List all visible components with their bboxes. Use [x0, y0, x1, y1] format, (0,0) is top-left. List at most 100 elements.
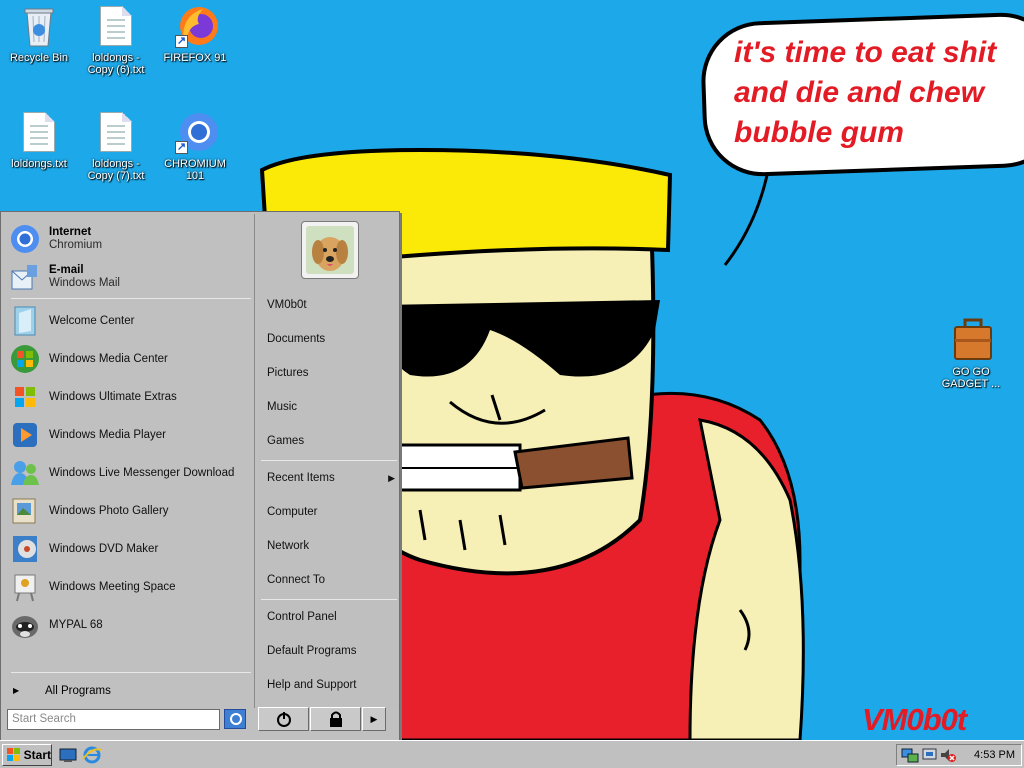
volume-muted-icon[interactable] [939, 746, 957, 764]
program-dvd-maker[interactable]: Windows DVD Maker [9, 530, 253, 568]
program-meeting-space[interactable]: Windows Meeting Space [9, 568, 253, 606]
program-media-player[interactable]: Windows Media Player [9, 416, 253, 454]
desktop-icon-firefox[interactable]: ↗ FIREFOX 91 [158, 4, 232, 64]
media-player-icon [9, 419, 41, 451]
shortcut-arrow-icon: ↗ [175, 141, 188, 154]
start-menu: Internet Chromium E-mail Windows Mail Welc… [0, 211, 400, 741]
photo-gallery-icon [9, 495, 41, 527]
program-label: Windows Live Messenger Download [49, 466, 235, 479]
dvd-maker-icon [9, 533, 41, 565]
divider [261, 599, 397, 600]
meeting-space-icon [9, 571, 41, 603]
text-file-icon [96, 4, 136, 48]
arrow-right-icon: ▶ [388, 473, 395, 483]
program-label: MYPAL 68 [49, 618, 103, 631]
text-file-icon [19, 110, 59, 154]
pinned-subtitle: Chromium [49, 239, 103, 251]
shutdown-options-button[interactable]: ▶ [362, 707, 386, 731]
chromium-icon: ↗ [175, 110, 218, 154]
desktop-icon-label: Recycle Bin [9, 52, 69, 64]
desktop-icon-label: loldongs - Copy (7).txt [87, 158, 145, 182]
wallpaper-signature: VM0b0t [862, 702, 967, 737]
divider [11, 672, 251, 673]
start-right-pictures[interactable]: Pictures [267, 358, 397, 388]
start-right-control-panel[interactable]: Control Panel [267, 602, 397, 632]
program-mypal[interactable]: MYPAL 68 [9, 606, 253, 644]
system-tray: 4:53 PM [896, 744, 1022, 766]
desktop-icon-chromium[interactable]: ↗ CHROMIUM 101 [158, 110, 232, 182]
start-right-default-programs[interactable]: Default Programs [267, 636, 397, 666]
start-right-documents[interactable]: Documents [267, 324, 397, 354]
taskbar: Start 4:53 PM [0, 740, 1024, 768]
windows-mail-icon [9, 261, 41, 293]
start-right-connect-to[interactable]: Connect To [267, 565, 397, 595]
program-photo-gallery[interactable]: Windows Photo Gallery [9, 492, 253, 530]
briefcase-icon [951, 318, 992, 362]
dog-avatar-icon [306, 226, 354, 274]
lock-icon [329, 711, 342, 727]
start-button[interactable]: Start [2, 744, 52, 766]
program-label: Windows Meeting Space [49, 580, 176, 593]
mypal-icon [9, 609, 41, 641]
program-welcome-center[interactable]: Welcome Center [9, 302, 253, 340]
power-icon [276, 712, 291, 727]
start-right-help-support[interactable]: Help and Support [267, 670, 397, 700]
divider [11, 298, 251, 299]
recycle-bin-icon [19, 4, 59, 48]
start-right-recent-items[interactable]: Recent Items ▶ [267, 463, 397, 493]
internet-explorer-icon [82, 746, 102, 764]
pinned-title: Internet [49, 226, 92, 238]
windows-logo-icon [7, 748, 20, 761]
desktop-icon-recycle-bin[interactable]: Recycle Bin [2, 4, 76, 64]
chromium-icon [9, 223, 41, 255]
program-live-messenger[interactable]: Windows Live Messenger Download [9, 454, 253, 492]
start-search-input[interactable]: Start Search [7, 709, 220, 730]
recent-items-label: Recent Items [267, 472, 335, 484]
media-center-icon [9, 343, 41, 375]
program-label: Windows Ultimate Extras [49, 390, 177, 403]
desktop-icon-label: GO GO GADGET ... [941, 366, 1001, 390]
pinned-email[interactable]: E-mail Windows Mail [9, 258, 253, 296]
start-label: Start [23, 748, 51, 762]
pinned-internet[interactable]: Internet Chromium [9, 220, 253, 258]
divider [261, 460, 397, 461]
start-right-music[interactable]: Music [267, 392, 397, 422]
desktop-icon-loldongs-copy-6[interactable]: loldongs - Copy (6).txt [79, 4, 153, 76]
start-right-user[interactable]: VM0b0t [267, 290, 397, 320]
arrow-right-icon: ▶ [370, 714, 378, 724]
arrow-right-icon: ▶ [13, 686, 20, 695]
desktop-icon-label: FIREFOX 91 [163, 52, 227, 64]
start-right-computer[interactable]: Computer [267, 497, 397, 527]
all-programs-button[interactable]: ▶ All Programs [13, 680, 251, 702]
desktop-icon-go-go-gadget[interactable]: GO GO GADGET ... [934, 318, 1008, 390]
all-programs-label: All Programs [45, 685, 111, 698]
power-button[interactable] [258, 707, 309, 731]
start-menu-left-pane: Internet Chromium E-mail Windows Mail Welc… [3, 214, 255, 708]
program-label: Welcome Center [49, 314, 135, 327]
program-label: Windows DVD Maker [49, 542, 159, 555]
firefox-icon: ↗ [175, 4, 218, 48]
start-right-games[interactable]: Games [267, 426, 397, 456]
start-right-network[interactable]: Network [267, 531, 397, 561]
desktop-icon-label: CHROMIUM 101 [164, 158, 226, 182]
desktop-icon-label: loldongs - Copy (6).txt [87, 52, 145, 76]
program-ultimate-extras[interactable]: Windows Ultimate Extras [9, 378, 253, 416]
program-label: Windows Media Center [49, 352, 168, 365]
search-icon[interactable] [224, 709, 246, 729]
program-media-center[interactable]: Windows Media Center [9, 340, 253, 378]
lock-button[interactable] [310, 707, 361, 731]
messenger-icon [9, 457, 41, 489]
program-label: Windows Photo Gallery [49, 504, 169, 517]
quicklaunch-show-desktop[interactable] [58, 745, 78, 765]
text-file-icon [96, 110, 136, 154]
desktop-icon-loldongs-copy-7[interactable]: loldongs - Copy (7).txt [79, 110, 153, 182]
clock[interactable]: 4:53 PM [974, 749, 1015, 761]
desktop-icon-label: loldongs.txt [11, 158, 67, 170]
show-desktop-icon [59, 748, 77, 762]
action-center-icon[interactable] [921, 746, 939, 764]
network-icon[interactable] [901, 746, 919, 764]
desktop-icon-loldongs[interactable]: loldongs.txt [2, 110, 76, 170]
user-picture[interactable] [301, 221, 359, 279]
pinned-subtitle: Windows Mail [49, 277, 120, 289]
quicklaunch-internet-explorer[interactable] [82, 745, 102, 765]
